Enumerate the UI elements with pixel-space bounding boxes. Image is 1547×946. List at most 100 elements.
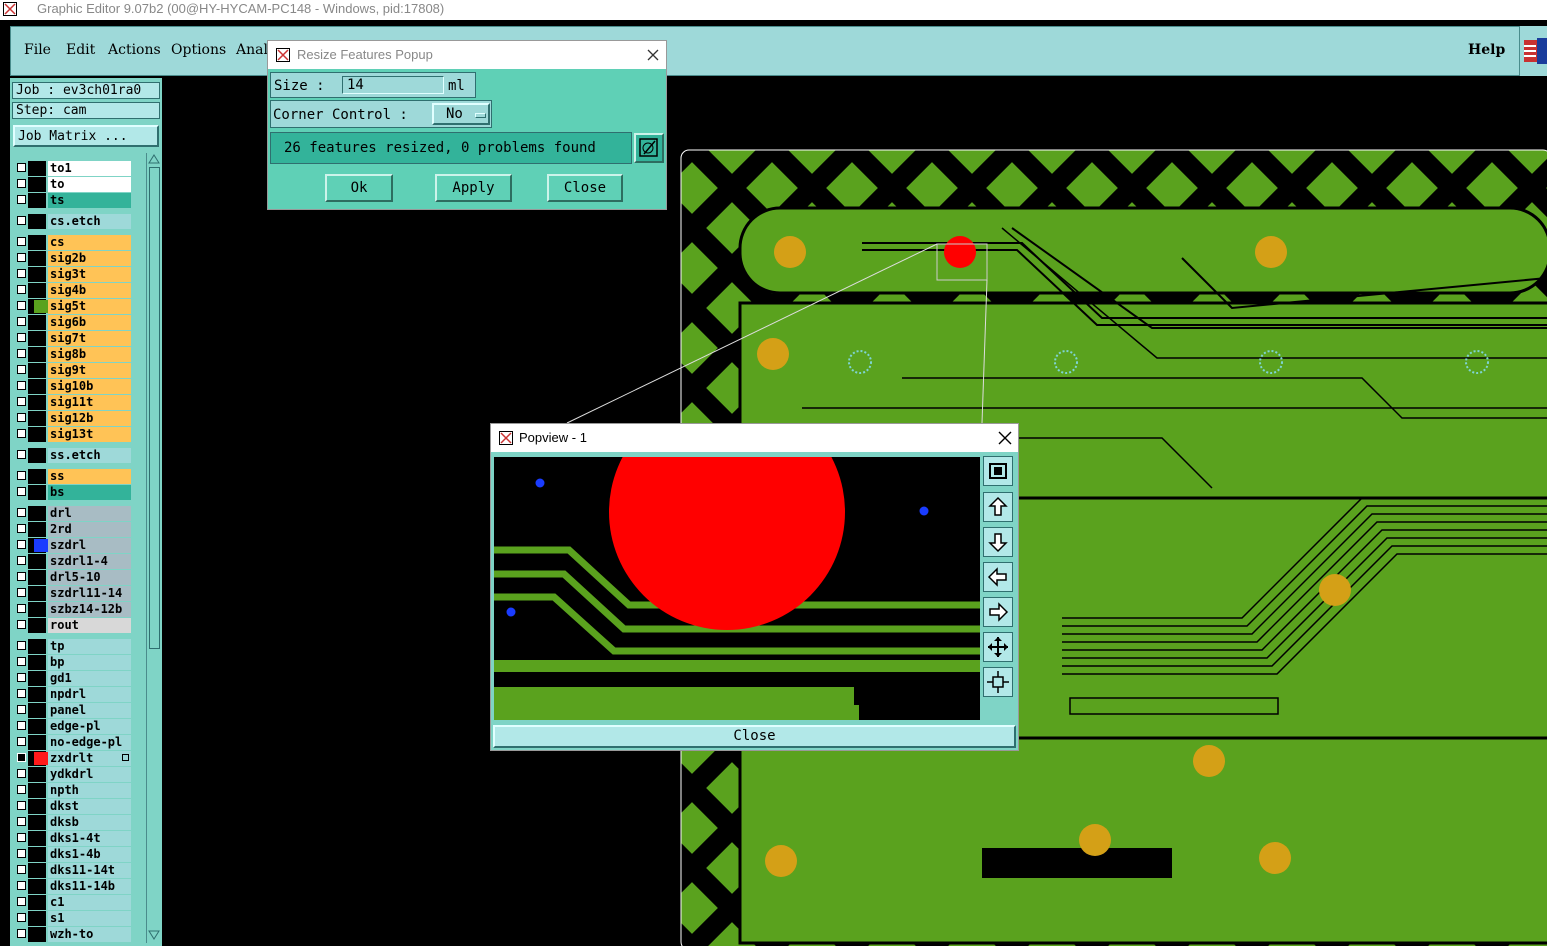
layer-name[interactable]: ydkdrl	[48, 767, 131, 782]
layer-row[interactable]: dks1-4t	[14, 831, 132, 846]
layer-checkbox[interactable]	[17, 365, 26, 374]
layer-checkbox[interactable]	[17, 349, 26, 358]
layer-row[interactable]: szdrl11-14	[14, 586, 132, 601]
layer-name[interactable]: sig13t	[48, 427, 131, 442]
popview-close-button[interactable]: Close	[493, 725, 1016, 748]
layer-checkbox[interactable]	[17, 524, 26, 533]
layer-name[interactable]: to1	[48, 161, 131, 176]
layer-checkbox[interactable]	[17, 881, 26, 890]
size-input[interactable]: 14	[342, 76, 444, 94]
layer-row[interactable]: dks11-14b	[14, 879, 132, 894]
layer-name[interactable]: sig10b	[48, 379, 131, 394]
layer-name[interactable]: s1	[48, 911, 131, 926]
layer-row[interactable]: ss	[14, 469, 132, 484]
layer-row[interactable]: panel	[14, 703, 132, 718]
layer-name[interactable]: wzh-to	[48, 927, 131, 942]
layer-name[interactable]: sig4b	[48, 283, 131, 298]
layer-name[interactable]: sig5t	[48, 299, 131, 314]
layer-checkbox[interactable]	[17, 801, 26, 810]
job-matrix-button[interactable]: Job Matrix ...	[13, 125, 159, 147]
layer-name[interactable]: dks1-4b	[48, 847, 131, 862]
layer-row[interactable]: cs	[14, 235, 132, 250]
layer-name[interactable]: edge-pl	[48, 719, 131, 734]
close-button[interactable]: Close	[547, 174, 623, 202]
zoom-fit-button[interactable]	[983, 456, 1013, 486]
layer-name[interactable]: drl	[48, 506, 131, 521]
layer-checkbox[interactable]	[17, 689, 26, 698]
layer-checkbox[interactable]	[17, 301, 26, 310]
layer-row[interactable]: bs	[14, 485, 132, 500]
layer-name[interactable]: tp	[48, 639, 131, 654]
layer-checkbox[interactable]	[17, 753, 26, 762]
layer-name[interactable]: ts	[48, 193, 131, 208]
layer-name[interactable]: szdrl1-4	[48, 554, 131, 569]
layer-name[interactable]: npth	[48, 783, 131, 798]
layer-row[interactable]: sig11t	[14, 395, 132, 410]
report-button[interactable]	[634, 133, 664, 163]
layer-name[interactable]: sig12b	[48, 411, 131, 426]
layer-checkbox[interactable]	[17, 317, 26, 326]
close-icon[interactable]	[647, 49, 659, 61]
layer-name[interactable]: dksb	[48, 815, 131, 830]
layer-row[interactable]: ydkdrl	[14, 767, 132, 782]
layer-row[interactable]: drl5-10	[14, 570, 132, 585]
menu-file[interactable]: File	[24, 42, 51, 58]
layer-row[interactable]: szdrl	[14, 538, 132, 553]
pan-left-button[interactable]	[983, 562, 1013, 592]
menu-actions[interactable]: Actions	[108, 42, 161, 58]
layer-name[interactable]: no-edge-pl	[48, 735, 131, 750]
layer-name[interactable]: sig7t	[48, 331, 131, 346]
layer-row[interactable]: sig4b	[14, 283, 132, 298]
layer-name[interactable]: szbz14-12b	[48, 602, 131, 617]
layer-checkbox[interactable]	[17, 817, 26, 826]
pan-right-button[interactable]	[983, 597, 1013, 627]
layer-checkbox[interactable]	[17, 641, 26, 650]
scroll-thumb[interactable]	[149, 167, 160, 649]
layer-checkbox[interactable]	[17, 721, 26, 730]
layer-checkbox[interactable]	[17, 572, 26, 581]
layer-row[interactable]: c1	[14, 895, 132, 910]
layer-name[interactable]: sig8b	[48, 347, 131, 362]
layer-checkbox[interactable]	[17, 487, 26, 496]
layer-name[interactable]: sig6b	[48, 315, 131, 330]
apply-button[interactable]: Apply	[435, 174, 512, 202]
layer-checkbox[interactable]	[17, 413, 26, 422]
popview-close-icon[interactable]	[998, 431, 1012, 445]
layer-name[interactable]: drl5-10	[48, 570, 131, 585]
layer-row[interactable]: sig6b	[14, 315, 132, 330]
pan-up-button[interactable]	[983, 492, 1013, 522]
layer-name[interactable]: dks11-14t	[48, 863, 131, 878]
ok-button[interactable]: Ok	[325, 174, 393, 202]
layer-checkbox[interactable]	[17, 397, 26, 406]
layer-name[interactable]: sig11t	[48, 395, 131, 410]
layer-name[interactable]: szdrl11-14	[48, 586, 131, 601]
layer-row[interactable]: drl	[14, 506, 132, 521]
layer-name[interactable]: dks11-14b	[48, 879, 131, 894]
pan-down-button[interactable]	[983, 527, 1013, 557]
layer-checkbox[interactable]	[17, 785, 26, 794]
zoom-in-button[interactable]	[983, 632, 1013, 662]
layer-row[interactable]: sig3t	[14, 267, 132, 282]
layer-checkbox[interactable]	[17, 195, 26, 204]
layer-checkbox[interactable]	[17, 769, 26, 778]
layer-row[interactable]: ts	[14, 193, 132, 208]
layer-checkbox[interactable]	[17, 897, 26, 906]
layer-name[interactable]: npdrl	[48, 687, 131, 702]
layer-name[interactable]: sig3t	[48, 267, 131, 282]
layer-name[interactable]: cs	[48, 235, 131, 250]
layer-row[interactable]: bp	[14, 655, 132, 670]
layer-name[interactable]: ss	[48, 469, 131, 484]
layer-row[interactable]: tp	[14, 639, 132, 654]
corner-control-select[interactable]: No	[432, 103, 490, 125]
layer-row[interactable]: rout	[14, 618, 132, 633]
layer-name[interactable]: panel	[48, 703, 131, 718]
layer-checkbox[interactable]	[17, 429, 26, 438]
layer-checkbox[interactable]	[17, 833, 26, 842]
layer-name[interactable]: rout	[48, 618, 131, 633]
layer-row[interactable]: to1	[14, 161, 132, 176]
layer-checkbox[interactable]	[17, 556, 26, 565]
layer-name[interactable]: sig9t	[48, 363, 131, 378]
layer-checkbox[interactable]	[17, 620, 26, 629]
layer-row[interactable]: sig10b	[14, 379, 132, 394]
layer-checkbox[interactable]	[17, 216, 26, 225]
